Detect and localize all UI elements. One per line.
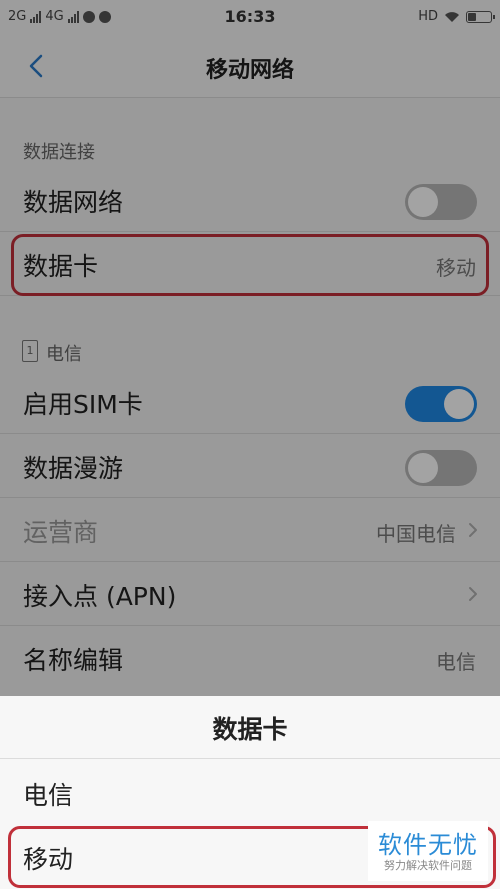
settings-screen: 2G 4G 16:33 HD 移动网络 数据连接 数据网络 数据卡 移动 1 电…: [0, 0, 500, 889]
divider: [0, 758, 500, 759]
option-label: 电信: [23, 781, 74, 810]
watermark-subtitle: 努力解决软件问题: [384, 859, 472, 872]
watermark-logo: 软件无忧 努力解决软件问题: [368, 821, 488, 881]
sheet-title: 数据卡: [212, 715, 288, 744]
watermark-title: 软件无忧: [378, 831, 478, 859]
data-card-sheet: 数据卡 电信 移动 软件无忧 努力解决软件问题: [0, 696, 500, 889]
sheet-option-telecom[interactable]: 电信: [0, 760, 500, 824]
